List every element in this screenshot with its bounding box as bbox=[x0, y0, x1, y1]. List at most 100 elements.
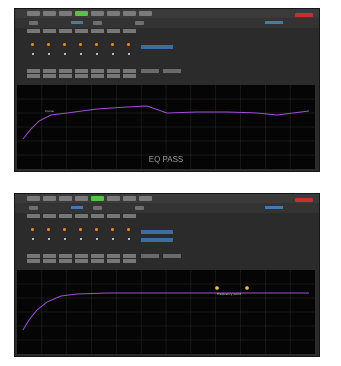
tab-5-active[interactable] bbox=[91, 196, 104, 201]
band-param-field[interactable] bbox=[123, 259, 136, 263]
tab-1[interactable] bbox=[27, 11, 40, 16]
tab-4[interactable] bbox=[75, 196, 88, 201]
band-param-field[interactable] bbox=[59, 69, 72, 73]
band-param-field[interactable] bbox=[91, 69, 104, 73]
band-param-field[interactable] bbox=[91, 214, 104, 218]
channel-selector[interactable] bbox=[71, 206, 83, 209]
band-knob[interactable] bbox=[47, 228, 50, 231]
reset-button[interactable] bbox=[141, 69, 159, 73]
band-knob[interactable] bbox=[95, 228, 98, 231]
reset-button[interactable] bbox=[141, 254, 159, 258]
phase-control[interactable] bbox=[135, 206, 144, 210]
phase-control[interactable] bbox=[135, 21, 144, 25]
band-indicator bbox=[64, 53, 66, 55]
band-param-field[interactable] bbox=[59, 74, 72, 78]
tab-2[interactable] bbox=[43, 196, 56, 201]
filter-type-field[interactable] bbox=[141, 45, 173, 49]
tab-5[interactable] bbox=[91, 11, 104, 16]
slope-field[interactable] bbox=[141, 238, 173, 242]
band-param-field[interactable] bbox=[27, 259, 40, 263]
band-knob[interactable] bbox=[127, 43, 130, 46]
filter-type-field[interactable] bbox=[141, 230, 173, 234]
band-param-field[interactable] bbox=[27, 69, 40, 73]
band-param-field[interactable] bbox=[123, 214, 136, 218]
band-param-field[interactable] bbox=[107, 29, 120, 33]
bypass-button[interactable] bbox=[163, 254, 181, 258]
band-param-field[interactable] bbox=[123, 74, 136, 78]
band-param-field[interactable] bbox=[43, 254, 56, 258]
band-param-field[interactable] bbox=[75, 214, 88, 218]
band-param-field[interactable] bbox=[59, 214, 72, 218]
alert-button[interactable] bbox=[295, 13, 313, 17]
band-param-field[interactable] bbox=[75, 29, 88, 33]
band-knob[interactable] bbox=[79, 228, 82, 231]
tab-7[interactable] bbox=[123, 11, 136, 16]
band-param-field[interactable] bbox=[91, 259, 104, 263]
tab-7[interactable] bbox=[123, 196, 136, 201]
band-param-field[interactable] bbox=[123, 254, 136, 258]
band-grid bbox=[17, 214, 137, 266]
band-param-field[interactable] bbox=[43, 74, 56, 78]
band-knob[interactable] bbox=[63, 43, 66, 46]
band-param-field[interactable] bbox=[59, 29, 72, 33]
alert-button[interactable] bbox=[295, 198, 313, 202]
band-knob[interactable] bbox=[95, 43, 98, 46]
band-param-field[interactable] bbox=[27, 254, 40, 258]
band-param-field[interactable] bbox=[27, 74, 40, 78]
band-indicator bbox=[64, 238, 66, 240]
band-indicator bbox=[96, 53, 98, 55]
tab-8[interactable] bbox=[139, 196, 152, 201]
band-param-field[interactable] bbox=[43, 69, 56, 73]
band-param-field[interactable] bbox=[43, 29, 56, 33]
filter-settings bbox=[141, 31, 181, 79]
band-param-field[interactable] bbox=[43, 259, 56, 263]
tab-2[interactable] bbox=[43, 11, 56, 16]
band-knob[interactable] bbox=[31, 43, 34, 46]
band-param-field[interactable] bbox=[75, 259, 88, 263]
band-param-field[interactable] bbox=[59, 259, 72, 263]
band-param-field[interactable] bbox=[123, 29, 136, 33]
band-param-field[interactable] bbox=[43, 214, 56, 218]
band-param-field[interactable] bbox=[107, 69, 120, 73]
band-param-field[interactable] bbox=[75, 74, 88, 78]
band-param-field[interactable] bbox=[91, 29, 104, 33]
band-knob[interactable] bbox=[63, 228, 66, 231]
band-knob[interactable] bbox=[127, 228, 130, 231]
band-param-field[interactable] bbox=[75, 254, 88, 258]
channel-selector[interactable] bbox=[71, 21, 83, 24]
band-param-field[interactable] bbox=[91, 74, 104, 78]
band-knob[interactable] bbox=[111, 43, 114, 46]
bypass-button[interactable] bbox=[163, 69, 181, 73]
band-knob[interactable] bbox=[79, 43, 82, 46]
eq-response-plot[interactable]: Frequency point bbox=[17, 270, 315, 354]
band-param-field[interactable] bbox=[59, 254, 72, 258]
band-param-field[interactable] bbox=[27, 29, 40, 33]
tab-3[interactable] bbox=[59, 196, 72, 201]
preset-selector[interactable] bbox=[265, 21, 283, 24]
gain-control[interactable] bbox=[29, 206, 38, 210]
band-knob[interactable] bbox=[47, 43, 50, 46]
curve-point-label: Curve bbox=[45, 109, 54, 113]
band-param-field[interactable] bbox=[107, 254, 120, 258]
eq-response-plot[interactable]: EQ PASS Curve bbox=[17, 85, 315, 169]
tab-6[interactable] bbox=[107, 11, 120, 16]
control-row bbox=[15, 203, 319, 213]
band-param-field[interactable] bbox=[91, 254, 104, 258]
band-param-field[interactable] bbox=[27, 214, 40, 218]
band-knob[interactable] bbox=[31, 228, 34, 231]
delay-control[interactable] bbox=[93, 21, 102, 25]
band-param-field[interactable] bbox=[107, 214, 120, 218]
preset-selector[interactable] bbox=[265, 206, 283, 209]
band-knob[interactable] bbox=[111, 228, 114, 231]
band-param-field[interactable] bbox=[123, 69, 136, 73]
tab-3[interactable] bbox=[59, 11, 72, 16]
gain-control[interactable] bbox=[29, 21, 38, 25]
band-param-field[interactable] bbox=[75, 69, 88, 73]
delay-control[interactable] bbox=[93, 206, 102, 210]
band-param-field[interactable] bbox=[107, 74, 120, 78]
tab-8[interactable] bbox=[139, 11, 152, 16]
band-param-field[interactable] bbox=[107, 259, 120, 263]
tab-1[interactable] bbox=[27, 196, 40, 201]
tab-6[interactable] bbox=[107, 196, 120, 201]
tab-4-active[interactable] bbox=[75, 11, 88, 16]
